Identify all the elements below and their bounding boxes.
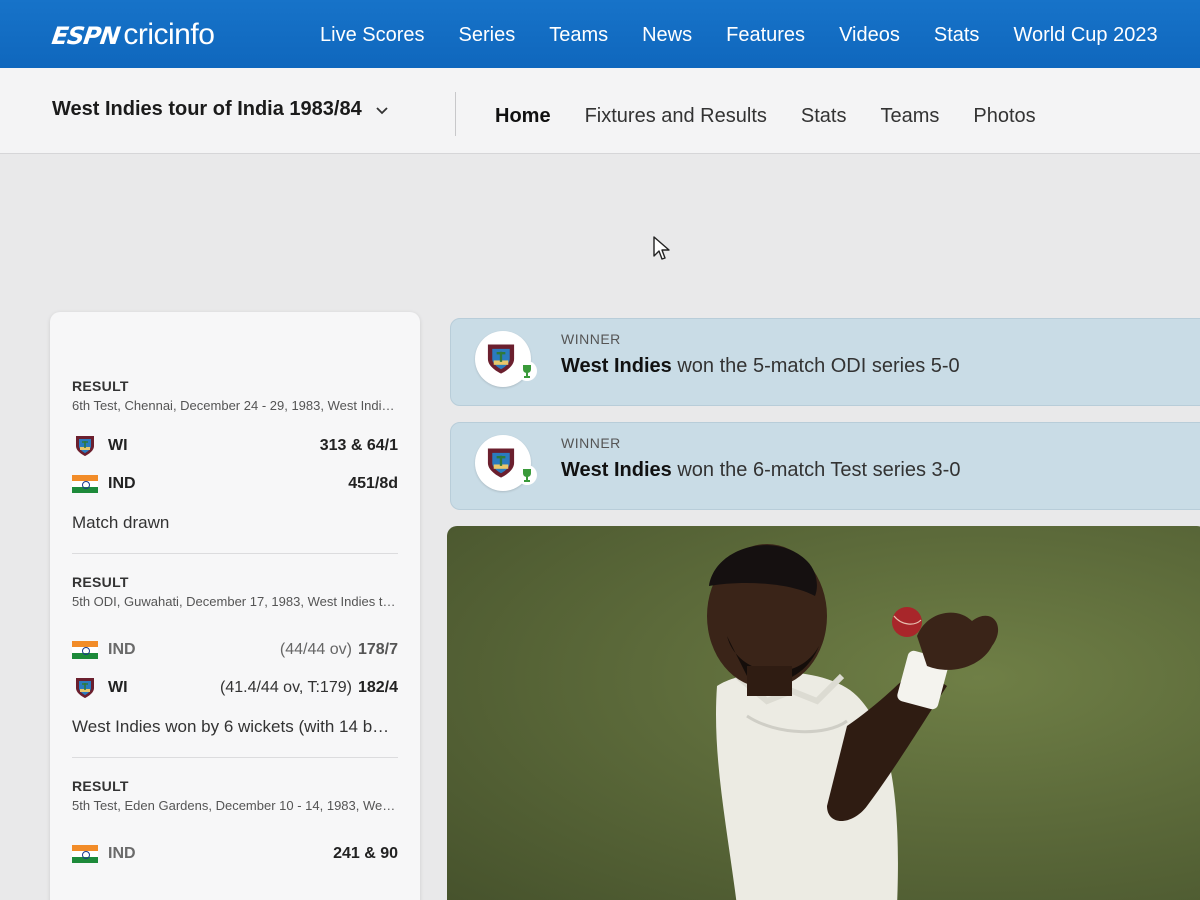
india-flag-icon [72,475,98,493]
winner-banner-odi[interactable]: WINNER West Indies won the 5-match ODI s… [450,318,1200,406]
winner-team: West Indies [561,355,672,377]
score-value: 178/7 [357,641,398,658]
logo-cricinfo-text: cricinfo [123,18,215,51]
chevron-down-icon [376,106,388,114]
team-score: 451/8d [348,475,398,492]
team-row-ind: IND 451/8d [72,465,398,503]
nav-teams[interactable]: Teams [549,24,608,47]
team-row-ind: IND (44/44 ov) 178/7 [72,631,398,669]
series-title: West Indies tour of India 1983/84 [52,98,362,120]
winner-description: won the 5-match ODI series 5-0 [677,355,960,377]
winner-description: won the 6-match Test series 3-0 [677,459,961,481]
winner-text: West Indies won the 5-match ODI series 5… [561,355,960,378]
tab-stats[interactable]: Stats [801,105,847,128]
team-row-wi: WI 313 & 64/1 [72,427,398,465]
result-label: RESULT [72,778,129,794]
india-flag-icon [72,641,98,659]
team-abbr: IND [108,641,136,658]
winner-text: West Indies won the 6-match Test series … [561,459,960,482]
series-selector[interactable]: West Indies tour of India 1983/84 [52,98,388,121]
nav-stats[interactable]: Stats [934,24,980,47]
team-abbr: IND [108,845,136,862]
nav-series[interactable]: Series [459,24,516,47]
team-abbr: WI [108,679,128,696]
bowler-photo-illustration [707,544,999,900]
trophy-icon [517,465,537,485]
hero-photo[interactable] [447,526,1200,900]
match-card[interactable]: RESULT 5th Test, Eden Gardens, December … [50,758,420,873]
team-logo [475,331,537,387]
match-card[interactable]: RESULT 5th ODI, Guwahati, December 17, 1… [50,554,420,757]
tab-fixtures-and-results[interactable]: Fixtures and Results [585,105,767,128]
tab-photos[interactable]: Photos [973,105,1035,128]
match-description: 5th Test, Eden Gardens, December 10 - 14… [72,798,397,813]
main-nav: Live Scores Series Teams News Features V… [320,24,1192,47]
trophy-icon [517,361,537,381]
west-indies-shield-icon [487,344,515,374]
espncricinfo-logo[interactable]: ESPN cricinfo [50,18,215,52]
winner-tag: WINNER [561,331,621,347]
team-abbr: IND [108,475,136,492]
tab-teams[interactable]: Teams [880,105,939,128]
nav-world-cup-2023[interactable]: World Cup 2023 [1013,24,1157,47]
series-header: West Indies tour of India 1983/84 Home F… [0,68,1200,154]
team-score: (44/44 ov) 178/7 [280,641,398,659]
winner-tag: WINNER [561,435,621,451]
top-navigation-bar: ESPN cricinfo Live Scores Series Teams N… [0,0,1200,68]
west-indies-shield-icon [76,436,94,456]
match-card[interactable]: RESULT 6th Test, Chennai, December 24 - … [50,312,420,553]
team-score: (41.4/44 ov, T:179) 182/4 [220,679,398,697]
india-flag-icon [72,845,98,863]
team-score: 241 & 90 [333,845,398,862]
team-row-wi: WI (41.4/44 ov, T:179) 182/4 [72,669,398,707]
nav-news[interactable]: News [642,24,692,47]
recent-results-card: RESULT 6th Test, Chennai, December 24 - … [50,312,420,900]
nav-live-scores[interactable]: Live Scores [320,24,425,47]
match-outcome: West Indies won by 6 wickets (with 14 ba… [72,717,397,736]
header-divider [455,92,456,136]
match-outcome: Match drawn [72,513,170,532]
team-abbr: WI [108,437,128,454]
match-description: 5th ODI, Guwahati, December 17, 1983, We… [72,594,397,609]
winner-banner-test[interactable]: WINNER West Indies won the 6-match Test … [450,422,1200,510]
tab-home[interactable]: Home [495,105,551,128]
score-value: 182/4 [357,679,398,696]
winner-team: West Indies [561,459,672,481]
team-score: 313 & 64/1 [319,437,398,454]
series-nav: Home Fixtures and Results Stats Teams Ph… [495,105,1070,128]
west-indies-shield-icon [487,448,515,478]
overs-info: (41.4/44 ov, T:179) [220,679,352,696]
mouse-pointer-icon [653,236,670,260]
nav-videos[interactable]: Videos [839,24,900,47]
team-logo [475,435,537,491]
match-description: 6th Test, Chennai, December 24 - 29, 198… [72,398,397,413]
result-label: RESULT [72,574,129,590]
west-indies-shield-icon [76,678,94,698]
result-label: RESULT [72,378,129,394]
nav-features[interactable]: Features [726,24,805,47]
overs-info: (44/44 ov) [279,641,352,658]
logo-espn-text: ESPN [50,22,122,50]
team-row-ind: IND 241 & 90 [72,835,398,873]
